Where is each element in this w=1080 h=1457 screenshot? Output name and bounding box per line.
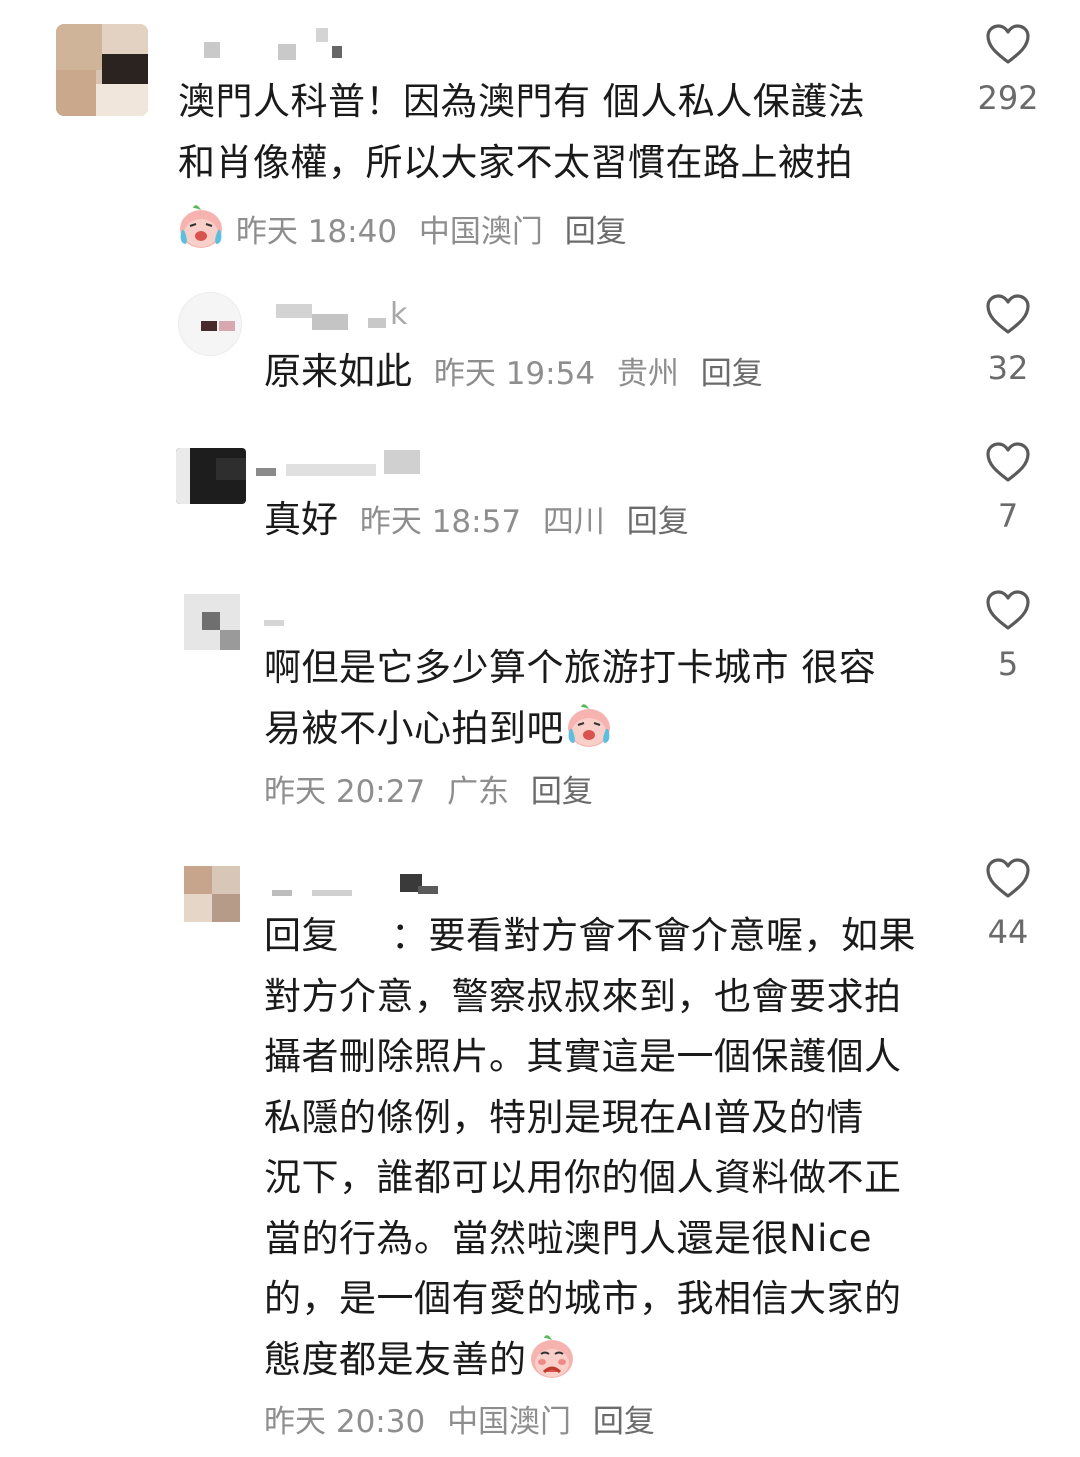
reply-button[interactable]: 回复 [627, 504, 689, 540]
reply-prefix: 回复 [264, 914, 339, 957]
text-line: 攝者刪除照片。其實這是一個保護個人 [264, 1035, 902, 1078]
shy-peach-emoji [530, 1334, 573, 1378]
comment-meta: 昨天 20:27 广东 回复 [264, 772, 605, 812]
comment-text: 原来如此 [264, 350, 412, 393]
crying-peach-emoji [568, 703, 610, 747]
comment-time: 昨天 18:40 [235, 214, 398, 250]
like-button[interactable]: 292 [968, 22, 1048, 116]
text-line: 況下，誰都可以用你的個人資料做不正 [264, 1156, 902, 1199]
text-line: 的，是一個有愛的城市，我相信大家的 [264, 1277, 902, 1320]
crying-peach-emoji [180, 205, 222, 248]
heart-outline-icon [986, 858, 1030, 898]
reply-button[interactable]: 回复 [593, 1404, 655, 1440]
comment-time: 昨天 20:30 [264, 1404, 426, 1440]
username-tail: k [390, 297, 408, 332]
avatar[interactable] [176, 448, 246, 504]
comment-item: 澳門人科普！因為澳門有 個人私人保護法 和肖像權，所以大家不太習慣在路上被拍 昨… [0, 0, 1080, 260]
comment-line: 原来如此 昨天 19:54 贵州 回复 [264, 346, 775, 400]
text-line: 私隱的條例，特別是現在AI普及的情 [264, 1095, 864, 1139]
avatar[interactable] [56, 24, 148, 116]
heart-outline-icon [986, 294, 1030, 334]
text-line: 當的行為。當然啦澳門人還是很Nice [264, 1216, 873, 1260]
reply-button[interactable]: 回复 [531, 774, 593, 810]
heart-outline-icon [986, 590, 1030, 630]
comment-location: 贵州 [616, 356, 679, 392]
comment-location: 中国澳门 [418, 214, 543, 250]
like-button[interactable]: 7 [968, 440, 1048, 534]
like-count: 292 [977, 79, 1039, 117]
like-count: 44 [987, 913, 1029, 951]
comment-text: 真好 [264, 498, 338, 541]
comment-time: 昨天 19:54 [433, 356, 596, 392]
text-line: 易被不小心拍到吧 [264, 699, 944, 760]
text-line: 啊但是它多少算个旅游打卡城市 很容 [264, 646, 877, 689]
text-line: 態度都是友善的 [264, 1330, 954, 1391]
comment-location: 中国澳门 [447, 1404, 572, 1440]
like-button[interactable]: 32 [968, 292, 1048, 386]
username-blurred[interactable] [256, 450, 426, 478]
like-button[interactable]: 44 [968, 856, 1048, 950]
like-count: 5 [997, 645, 1019, 683]
username-blurred[interactable] [272, 874, 452, 902]
heart-outline-icon [986, 442, 1030, 482]
username-blurred[interactable]: k [272, 298, 442, 330]
avatar[interactable] [184, 594, 240, 650]
text-line: 對方介意，警察叔叔來到，也會要求拍 [264, 974, 902, 1018]
avatar[interactable] [184, 866, 240, 922]
comment-location: 广东 [447, 774, 510, 810]
reply-button[interactable]: 回复 [565, 214, 627, 250]
heart-outline-icon [986, 24, 1030, 64]
username-blurred[interactable] [200, 28, 360, 60]
comment-time: 昨天 20:27 [264, 774, 426, 810]
comment-meta: 昨天 20:30 中国澳门 回复 [264, 1402, 667, 1442]
text-line: 澳門人科普！因為澳門有 個人私人保護法 [178, 80, 866, 123]
like-button[interactable]: 5 [968, 588, 1048, 682]
comment-text: 澳門人科普！因為澳門有 個人私人保護法 和肖像權，所以大家不太習慣在路上被拍 [178, 72, 938, 193]
like-count: 32 [987, 349, 1029, 387]
comment-location: 四川 [542, 504, 605, 540]
comment-text: 啊但是它多少算个旅游打卡城市 很容 易被不小心拍到吧 [264, 638, 944, 759]
text-line: 和肖像權，所以大家不太習慣在路上被拍 [178, 140, 853, 184]
comment-meta: 昨天 18:40 中国澳门 回复 [176, 202, 639, 252]
reply-button[interactable]: 回复 [701, 356, 763, 392]
comment-time: 昨天 18:57 [359, 504, 522, 540]
comment-line: 真好 昨天 18:57 四川 回复 [264, 494, 701, 548]
comment-text: 回复 ：要看對方會不會介意喔，如果 對方介意，警察叔叔來到，也會要求拍 攝者刪除照… [264, 906, 954, 1390]
like-count: 7 [997, 497, 1019, 535]
avatar[interactable] [178, 292, 242, 356]
text-line: 回复 ：要看對方會不會介意喔，如果 [264, 914, 916, 957]
